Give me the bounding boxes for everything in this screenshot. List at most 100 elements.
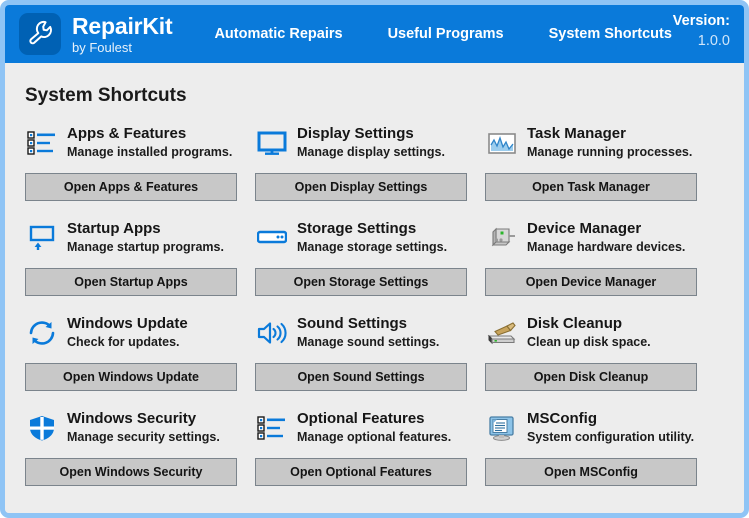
- card-title: Startup Apps: [67, 220, 161, 237]
- version-value: 1.0.0: [697, 32, 730, 49]
- card-description: Manage storage settings.: [297, 240, 448, 254]
- card-text: Device Manager Manage hardware devices.: [527, 220, 697, 256]
- card-description: Manage display settings.: [297, 145, 445, 159]
- card-optional-features: Optional Features Manage optional featur…: [255, 410, 467, 486]
- card-title: Sound Settings: [297, 315, 407, 332]
- open-msconfig-button[interactable]: Open MSConfig: [485, 458, 697, 486]
- card-text: Windows Update Check for updates.: [67, 315, 237, 351]
- card-title: MSConfig: [527, 410, 597, 427]
- card-apps-and-features: Apps & Features Manage installed program…: [25, 125, 237, 201]
- card-title: Apps & Features: [67, 125, 187, 142]
- card-title: Display Settings: [297, 125, 414, 142]
- card-header: Storage Settings Manage storage settings…: [255, 220, 467, 260]
- open-task-manager-button[interactable]: Open Task Manager: [485, 173, 697, 201]
- card-text: Windows Security Manage security setting…: [67, 410, 237, 446]
- card-description: Manage optional features.: [297, 430, 452, 444]
- brand: RepairKit by Foulest: [19, 12, 173, 55]
- open-apps-and-features-button[interactable]: Open Apps & Features: [25, 173, 237, 201]
- card-text: MSConfig System configuration utility.: [527, 410, 697, 446]
- version-block: Version: 1.0.0: [673, 12, 730, 51]
- card-msconfig: MSConfig System configuration utility. O…: [485, 410, 697, 486]
- card-text: Disk Cleanup Clean up disk space.: [527, 315, 697, 351]
- card-sound-settings: Sound Settings Manage sound settings. Op…: [255, 315, 467, 391]
- open-windows-update-button[interactable]: Open Windows Update: [25, 363, 237, 391]
- card-description: Manage running processes.: [527, 145, 693, 159]
- card-header: Startup Apps Manage startup programs.: [25, 220, 237, 260]
- card-text: Optional Features Manage optional featur…: [297, 410, 467, 446]
- card-display-settings: Display Settings Manage display settings…: [255, 125, 467, 201]
- repairkit-window: RepairKit by Foulest Automatic Repairs U…: [0, 0, 749, 518]
- card-header: Windows Update Check for updates.: [25, 315, 237, 355]
- open-storage-settings-button[interactable]: Open Storage Settings: [255, 268, 467, 296]
- app-author: by Foulest: [72, 39, 132, 55]
- drive-icon: [255, 221, 289, 255]
- version-label: Version:: [672, 13, 730, 29]
- card-startup-apps: Startup Apps Manage startup programs. Op…: [25, 220, 237, 296]
- open-windows-security-button[interactable]: Open Windows Security: [25, 458, 237, 486]
- card-header: Task Manager Manage running processes.: [485, 125, 697, 165]
- card-header: Apps & Features Manage installed program…: [25, 125, 237, 165]
- open-sound-settings-button[interactable]: Open Sound Settings: [255, 363, 467, 391]
- page-title: System Shortcuts: [25, 85, 187, 106]
- card-windows-update: Windows Update Check for updates. Open W…: [25, 315, 237, 391]
- card-description: Manage hardware devices.: [527, 240, 686, 254]
- shortcuts-grid: Apps & Features Manage installed program…: [25, 125, 717, 486]
- card-title: Storage Settings: [297, 220, 417, 237]
- card-header: Optional Features Manage optional featur…: [255, 410, 467, 450]
- brand-text: RepairKit by Foulest: [72, 12, 173, 55]
- card-title: Device Manager: [527, 220, 642, 237]
- nav-useful-programs[interactable]: Useful Programs: [388, 26, 504, 42]
- open-startup-apps-button[interactable]: Open Startup Apps: [25, 268, 237, 296]
- card-text: Startup Apps Manage startup programs.: [67, 220, 237, 256]
- card-text: Task Manager Manage running processes.: [527, 125, 697, 161]
- card-header: Disk Cleanup Clean up disk space.: [485, 315, 697, 355]
- app-title: RepairKit: [72, 12, 173, 39]
- card-text: Storage Settings Manage storage settings…: [297, 220, 467, 256]
- monitor-icon: [255, 126, 289, 160]
- card-description: Manage startup programs.: [67, 240, 224, 254]
- main-nav: Automatic Repairs Useful Programs System…: [214, 26, 744, 42]
- card-text: Display Settings Manage display settings…: [297, 125, 467, 161]
- broom-disk-icon: [485, 316, 519, 350]
- card-title: Disk Cleanup: [527, 315, 623, 332]
- hardware-device-icon: [485, 221, 519, 255]
- card-title: Windows Security: [67, 410, 197, 427]
- card-text: Sound Settings Manage sound settings.: [297, 315, 467, 351]
- card-device-manager: Device Manager Manage hardware devices. …: [485, 220, 697, 296]
- monitor-document-icon: [485, 411, 519, 445]
- content-area: System Shortcuts Apps & Features Manage …: [5, 63, 744, 513]
- card-description: System configuration utility.: [527, 430, 695, 444]
- open-display-settings-button[interactable]: Open Display Settings: [255, 173, 467, 201]
- card-storage-settings: Storage Settings Manage storage settings…: [255, 220, 467, 296]
- app-header: RepairKit by Foulest Automatic Repairs U…: [5, 5, 744, 63]
- card-title: Windows Update: [67, 315, 188, 332]
- list-icon: [255, 411, 289, 445]
- open-device-manager-button[interactable]: Open Device Manager: [485, 268, 697, 296]
- card-description: Manage security settings.: [67, 430, 220, 444]
- wrench-icon: [26, 18, 54, 51]
- refresh-arrows-icon: [25, 316, 59, 350]
- list-icon: [25, 126, 59, 160]
- app-logo: [19, 13, 61, 55]
- card-description: Check for updates.: [67, 335, 180, 349]
- card-header: Windows Security Manage security setting…: [25, 410, 237, 450]
- card-text: Apps & Features Manage installed program…: [67, 125, 237, 161]
- nav-system-shortcuts[interactable]: System Shortcuts: [549, 26, 672, 42]
- card-header: Device Manager Manage hardware devices.: [485, 220, 697, 260]
- open-disk-cleanup-button[interactable]: Open Disk Cleanup: [485, 363, 697, 391]
- card-header: MSConfig System configuration utility.: [485, 410, 697, 450]
- window-up-arrow-icon: [25, 221, 59, 255]
- shield-icon: [25, 411, 59, 445]
- card-disk-cleanup: Disk Cleanup Clean up disk space. Open D…: [485, 315, 697, 391]
- open-optional-features-button[interactable]: Open Optional Features: [255, 458, 467, 486]
- card-description: Manage sound settings.: [297, 335, 440, 349]
- nav-automatic-repairs[interactable]: Automatic Repairs: [214, 26, 342, 42]
- card-header: Sound Settings Manage sound settings.: [255, 315, 467, 355]
- card-description: Manage installed programs.: [67, 145, 233, 159]
- card-task-manager: Task Manager Manage running processes. O…: [485, 125, 697, 201]
- card-description: Clean up disk space.: [527, 335, 651, 349]
- card-header: Display Settings Manage display settings…: [255, 125, 467, 165]
- card-title: Optional Features: [297, 410, 425, 427]
- speaker-icon: [255, 316, 289, 350]
- card-title: Task Manager: [527, 125, 626, 142]
